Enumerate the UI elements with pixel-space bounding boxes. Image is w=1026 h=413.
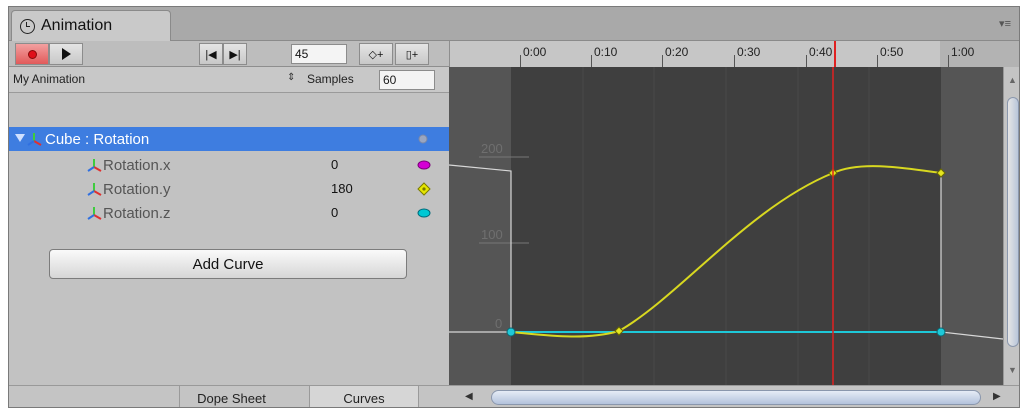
next-keyframe-button[interactable]: ▶| bbox=[223, 43, 247, 65]
transform-icon bbox=[87, 207, 102, 220]
foldout-arrow-icon[interactable] bbox=[15, 134, 25, 142]
y-label-100: 100 bbox=[481, 227, 503, 242]
prev-keyframe-button[interactable]: |◀ bbox=[199, 43, 223, 65]
record-button[interactable] bbox=[15, 43, 49, 65]
tab-animation[interactable]: Animation bbox=[11, 10, 171, 41]
window-menu-icon[interactable]: ▾≡ bbox=[999, 17, 1011, 30]
clock-icon bbox=[20, 18, 35, 34]
ruler-tick bbox=[948, 55, 949, 67]
horizontal-scrollbar[interactable]: ◀ ▶ bbox=[449, 385, 1019, 407]
view-mode-bar: Dope Sheet Curves bbox=[9, 385, 449, 407]
ruler-tick bbox=[877, 55, 878, 67]
transform-icon bbox=[87, 159, 102, 172]
scroll-right-icon[interactable]: ▶ bbox=[993, 391, 1001, 402]
property-value[interactable]: 180 bbox=[331, 181, 353, 196]
time-ruler[interactable]: 0:00 0:10 0:20 0:30 0:40 0:50 1:00 bbox=[449, 41, 1019, 67]
ruler-tick-label: 0:50 bbox=[880, 45, 904, 59]
vertical-scrollbar[interactable]: ▲ ▼ bbox=[1003, 67, 1019, 385]
ruler-tick-label: 1:00 bbox=[951, 45, 975, 59]
scroll-down-icon[interactable]: ▼ bbox=[1008, 365, 1017, 375]
keyframe-dot-icon[interactable] bbox=[416, 132, 430, 146]
tab-dope-sheet[interactable]: Dope Sheet bbox=[179, 386, 283, 407]
add-event-button[interactable]: ▯+ bbox=[395, 43, 429, 65]
ruler-tick bbox=[734, 55, 735, 67]
vertical-scroll-thumb[interactable] bbox=[1007, 97, 1019, 347]
transform-icon bbox=[27, 133, 42, 146]
post-clip-region bbox=[941, 67, 1003, 385]
property-label: Rotation.x bbox=[103, 157, 171, 174]
ruler-tick bbox=[591, 55, 592, 67]
clip-selector[interactable]: My Animation ⇕ Samples 60 bbox=[9, 67, 449, 93]
ruler-tick bbox=[806, 55, 807, 67]
add-curve-button[interactable]: Add Curve bbox=[49, 249, 407, 279]
samples-field[interactable]: 60 bbox=[379, 70, 435, 90]
diamond-key-icon[interactable] bbox=[416, 181, 432, 197]
frame-field[interactable]: 45 bbox=[291, 44, 347, 64]
ruler-tick bbox=[520, 55, 521, 67]
ruler-tick-label: 0:20 bbox=[665, 45, 689, 59]
tab-curves[interactable]: Curves bbox=[309, 386, 419, 407]
ruler-tick-label: 0:10 bbox=[594, 45, 618, 59]
property-group-cube-rotation[interactable]: Cube : Rotation bbox=[9, 127, 449, 151]
curve-editor[interactable]: 200 100 0 bbox=[449, 67, 1003, 385]
property-rotation-z[interactable]: Rotation.z 0 bbox=[9, 201, 449, 225]
transform-icon bbox=[87, 183, 102, 196]
ruler-tick bbox=[662, 55, 663, 67]
ruler-tick-label: 0:30 bbox=[737, 45, 761, 59]
keyframe[interactable] bbox=[506, 327, 516, 337]
record-icon bbox=[27, 49, 37, 59]
keyframe[interactable] bbox=[936, 327, 946, 337]
property-value[interactable]: 0 bbox=[331, 205, 338, 220]
samples-label: Samples bbox=[307, 72, 354, 86]
curve-color-icon[interactable] bbox=[416, 159, 432, 171]
scroll-left-icon[interactable]: ◀ bbox=[465, 391, 473, 402]
tab-strip: Animation ▾≡ bbox=[9, 7, 1019, 41]
curve-color-icon[interactable] bbox=[416, 207, 432, 219]
curve-canvas[interactable]: 200 100 0 bbox=[449, 67, 1003, 385]
property-label: Rotation.z bbox=[103, 205, 171, 222]
horizontal-scroll-thumb[interactable] bbox=[491, 390, 981, 405]
scroll-up-icon[interactable]: ▲ bbox=[1008, 75, 1017, 85]
y-label-200: 200 bbox=[481, 141, 503, 156]
property-label: Cube : Rotation bbox=[45, 131, 150, 148]
playhead-marker[interactable] bbox=[834, 41, 836, 67]
property-rotation-x[interactable]: Rotation.x 0 bbox=[9, 153, 449, 177]
ruler-tick-label: 0:40 bbox=[809, 45, 833, 59]
property-panel: My Animation ⇕ Samples 60 Cube : Rotatio… bbox=[9, 67, 449, 407]
pre-clip-region bbox=[449, 67, 511, 385]
property-rotation-y[interactable]: Rotation.y 180 bbox=[9, 177, 449, 201]
clip-name: My Animation bbox=[13, 72, 86, 86]
dropdown-arrows-icon: ⇕ bbox=[287, 72, 296, 83]
play-button[interactable] bbox=[49, 43, 83, 65]
property-label: Rotation.y bbox=[103, 181, 171, 198]
add-keyframe-button[interactable]: ◇+ bbox=[359, 43, 393, 65]
ruler-tick-label: 0:00 bbox=[523, 45, 547, 59]
tab-title: Animation bbox=[41, 17, 113, 34]
y-label-0: 0 bbox=[495, 316, 502, 331]
property-value[interactable]: 0 bbox=[331, 157, 338, 172]
play-icon bbox=[61, 48, 71, 60]
animation-window: Animation ▾≡ |◀ ▶| 45 ◇+ ▯+ 0:00 0:10 0:20… bbox=[8, 6, 1020, 408]
